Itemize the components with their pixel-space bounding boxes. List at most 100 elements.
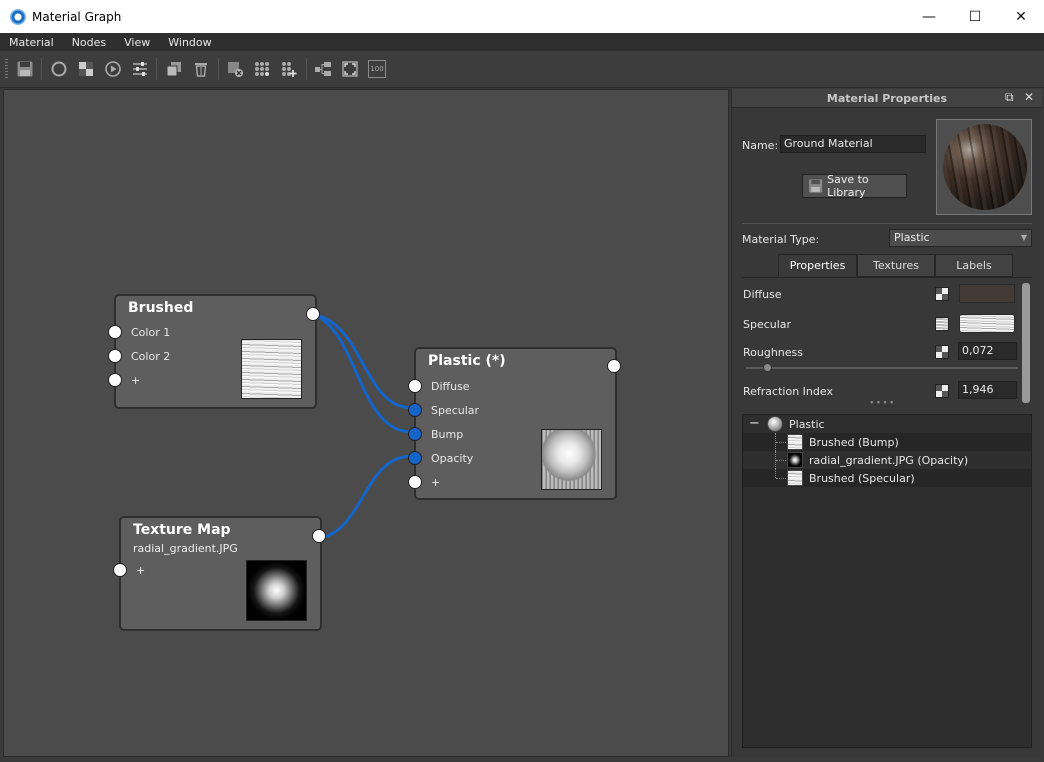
node-title: Brushed — [128, 300, 194, 316]
toolbar-separator — [156, 58, 157, 80]
material-preview[interactable] — [936, 119, 1032, 215]
port-opacity[interactable] — [408, 451, 422, 465]
port-output[interactable] — [607, 359, 621, 373]
port-label: + — [131, 374, 141, 387]
name-label: Name: — [742, 139, 779, 152]
material-type-dropdown[interactable]: Plastic ▼ — [889, 229, 1032, 247]
tree-row-radial-gradient[interactable]: radial_gradient.JPG (Opacity) — [743, 451, 1031, 469]
menu-material[interactable]: Material — [0, 36, 63, 49]
divider — [742, 223, 1032, 224]
tab-textures[interactable]: Textures — [857, 254, 935, 277]
collapse-icon[interactable]: − — [749, 416, 760, 431]
specular-texture-swatch[interactable] — [959, 314, 1015, 333]
port-bump[interactable] — [408, 427, 422, 441]
port-color-2[interactable] — [108, 349, 122, 363]
port-specular[interactable] — [408, 403, 422, 417]
properties-scrollbar[interactable] — [1022, 283, 1030, 403]
plastic-node[interactable]: Plastic (*) Diffuse Specular Bump Opacit… — [408, 347, 621, 500]
minimize-button[interactable]: — — [906, 0, 952, 33]
title-bar: Material Graph — ☐ ✕ — [0, 0, 1044, 33]
port-add[interactable] — [113, 563, 127, 577]
save-icon — [808, 179, 823, 193]
checker-icon[interactable] — [77, 60, 95, 78]
menu-nodes[interactable]: Nodes — [63, 36, 115, 49]
roughness-label: Roughness — [743, 346, 804, 359]
sphere-icon — [767, 416, 783, 432]
graph-canvas[interactable]: Brushed Color 1 Color 2 + Plastic (*) Di… — [3, 89, 729, 757]
tree-connector — [776, 478, 786, 479]
dropdown-value: Plastic — [894, 231, 930, 244]
port-label: + — [431, 476, 441, 489]
checker-icon[interactable] — [935, 384, 949, 398]
menu-window[interactable]: Window — [159, 36, 220, 49]
chevron-down-icon: ▼ — [1020, 233, 1027, 242]
remove-node-icon[interactable] — [226, 60, 244, 78]
wire-texture-opacity[interactable] — [319, 454, 413, 540]
grid-add-icon[interactable] — [280, 60, 298, 78]
tree-row-brushed-bump[interactable]: Brushed (Bump) — [743, 433, 1031, 451]
wire-brushed-bump[interactable] — [314, 313, 413, 434]
tree-row-plastic[interactable]: − Plastic — [743, 415, 1031, 433]
checker-icon[interactable] — [935, 345, 949, 359]
fit-view-icon[interactable] — [341, 60, 359, 78]
material-properties-panel: Material Properties ⧉ ✕ Name: Ground Mat… — [731, 89, 1042, 757]
sliders-icon[interactable] — [131, 60, 149, 78]
brushed-node[interactable]: Brushed Color 1 Color 2 + — [108, 294, 320, 409]
close-panel-icon[interactable]: ✕ — [1024, 90, 1034, 104]
tab-properties[interactable]: Properties — [778, 254, 857, 277]
delete-icon[interactable] — [192, 60, 210, 78]
port-output[interactable] — [312, 529, 326, 543]
play-icon[interactable] — [104, 60, 122, 78]
port-add[interactable] — [408, 475, 422, 489]
tree-connector — [775, 469, 776, 478]
tree-connector — [776, 442, 786, 443]
port-label: Opacity — [431, 452, 474, 465]
save-icon[interactable] — [16, 60, 34, 78]
roughness-slider-handle[interactable] — [763, 363, 772, 372]
new-sphere-icon[interactable] — [50, 60, 68, 78]
material-tree: − Plastic Brushed (Bump) radial_gradient… — [742, 414, 1032, 748]
tree-label: radial_gradient.JPG (Opacity) — [809, 454, 969, 467]
node-title: Texture Map — [133, 522, 231, 538]
refraction-index-field[interactable]: 1,946 — [958, 381, 1017, 399]
wire-brushed-specular[interactable] — [314, 313, 413, 410]
port-add[interactable] — [108, 373, 122, 387]
checker-icon[interactable] — [935, 287, 949, 301]
tab-underline — [742, 277, 1032, 278]
grid-nodes-icon[interactable] — [253, 60, 271, 78]
close-button[interactable]: ✕ — [998, 0, 1044, 33]
port-diffuse[interactable] — [408, 379, 422, 393]
port-label: Bump — [431, 428, 464, 441]
texture-icon — [787, 470, 803, 486]
tree-label: Plastic — [789, 418, 825, 431]
toolbar-separator — [41, 58, 42, 80]
diffuse-color-swatch[interactable] — [959, 284, 1015, 303]
gradient-icon — [787, 452, 803, 468]
material-type-label: Material Type: — [742, 233, 820, 246]
app-logo-icon — [10, 8, 26, 25]
arrange-icon[interactable] — [314, 60, 332, 78]
tab-labels[interactable]: Labels — [935, 254, 1013, 277]
duplicate-icon[interactable] — [165, 60, 183, 78]
plastic-thumbnail — [541, 429, 602, 490]
menu-view[interactable]: View — [115, 36, 159, 49]
toolbar-grip-icon[interactable] — [5, 59, 8, 79]
roughness-field[interactable]: 0,072 — [958, 342, 1017, 360]
port-color-1[interactable] — [108, 325, 122, 339]
port-label: Diffuse — [431, 380, 470, 393]
brushed-thumbnail — [241, 339, 302, 399]
texture-icon[interactable] — [935, 317, 949, 331]
port-label: Color 2 — [131, 350, 171, 363]
texture-map-node[interactable]: Texture Map radial_gradient.JPG + — [113, 516, 326, 631]
maximize-button[interactable]: ☐ — [952, 0, 998, 33]
port-output[interactable] — [306, 307, 320, 321]
window-controls: — ☐ ✕ — [906, 0, 1044, 33]
tree-row-brushed-specular[interactable]: Brushed (Specular) — [743, 469, 1031, 487]
save-to-library-button[interactable]: Save to Library — [802, 173, 907, 199]
radial-gradient-thumbnail — [246, 560, 307, 621]
zoom-100-icon[interactable]: 100 — [368, 60, 386, 78]
roughness-slider-track[interactable] — [746, 367, 1018, 369]
splitter-handle[interactable]: ∙∙∙∙ — [869, 399, 899, 408]
float-panel-icon[interactable]: ⧉ — [1005, 90, 1014, 105]
material-name-field[interactable]: Ground Material — [780, 135, 926, 153]
